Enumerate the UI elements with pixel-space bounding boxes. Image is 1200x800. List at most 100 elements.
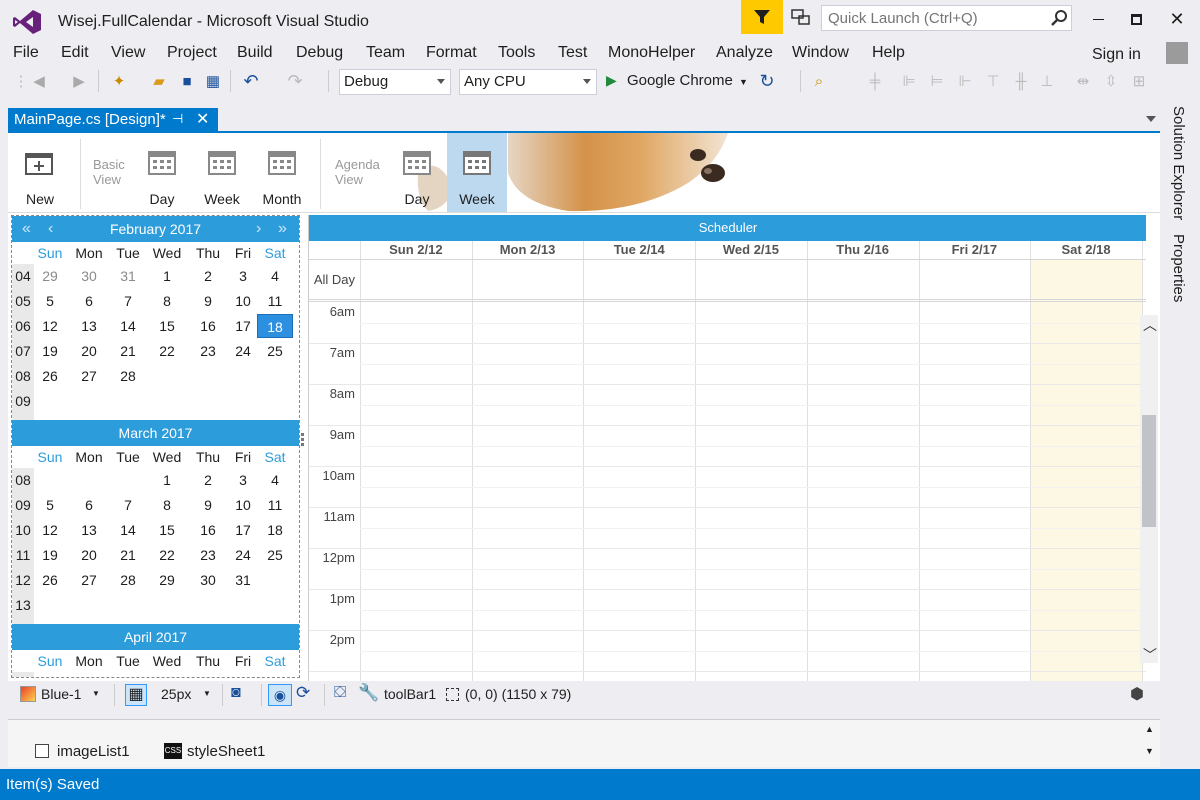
- calendar-day[interactable]: 31: [225, 568, 261, 592]
- scroll-down-icon[interactable]: ﹀: [1143, 645, 1157, 665]
- notification-filter-button[interactable]: [741, 0, 783, 34]
- basic-month-button[interactable]: Month: [252, 133, 312, 212]
- calendar-day[interactable]: 9: [190, 289, 226, 313]
- grid-size-select[interactable]: 25px: [161, 686, 191, 702]
- menu-view[interactable]: View: [111, 44, 145, 62]
- calendar-day[interactable]: 21: [110, 339, 146, 363]
- month-calendar-panel[interactable]: February 2017 « ‹ › » Sun Mon Tue Wed Thu Fri Sat 04…: [11, 215, 300, 678]
- calendar-day[interactable]: 15: [149, 314, 185, 338]
- calendar-day[interactable]: 28: [110, 568, 146, 592]
- calendar-day[interactable]: 26: [32, 364, 68, 388]
- calendar-day[interactable]: 12: [32, 518, 68, 542]
- menu-test[interactable]: Test: [558, 44, 587, 62]
- theme-swatch-icon[interactable]: [20, 686, 36, 702]
- menu-help[interactable]: Help: [872, 44, 905, 62]
- quick-launch-input[interactable]: [821, 5, 1072, 31]
- align-icon[interactable]: ╪: [864, 70, 886, 92]
- make-same-height-icon[interactable]: ⇳: [1100, 70, 1122, 92]
- agenda-week-button[interactable]: Week: [447, 133, 507, 212]
- align-bottoms-icon[interactable]: ⊥: [1036, 70, 1058, 92]
- calendar-day[interactable]: 15: [149, 518, 185, 542]
- camera-icon[interactable]: ◙: [231, 684, 241, 702]
- day-column-header[interactable]: Sat 2/18: [1030, 241, 1142, 259]
- day-column-header[interactable]: Sun 2/12: [360, 241, 472, 259]
- tab-solution-explorer[interactable]: Solution Explorer: [1170, 106, 1187, 220]
- settings-icon[interactable]: ⬢: [1130, 684, 1144, 704]
- solution-platform-select[interactable]: Any CPU: [459, 69, 597, 95]
- calendar-day[interactable]: 25: [257, 339, 293, 363]
- new-event-button[interactable]: New: [10, 133, 70, 212]
- menu-build[interactable]: Build: [237, 44, 273, 62]
- undo-icon[interactable]: ↶: [240, 70, 262, 92]
- component-stylesheet1[interactable]: styleSheet1: [187, 743, 265, 760]
- calendar-day[interactable]: 10: [225, 493, 261, 517]
- avatar[interactable]: [1166, 42, 1188, 64]
- tab-dropdown-icon[interactable]: [1146, 116, 1156, 122]
- calendar-day[interactable]: 30: [190, 568, 226, 592]
- align-lefts-icon[interactable]: ⊫: [898, 70, 920, 92]
- calendar-day[interactable]: 12: [32, 314, 68, 338]
- menu-monohelper[interactable]: MonoHelper: [608, 44, 695, 62]
- new-project-icon[interactable]: ✦: [108, 70, 130, 92]
- calendar-day[interactable]: 27: [71, 364, 107, 388]
- calendar-day[interactable]: 28: [110, 364, 146, 388]
- calendar-day[interactable]: 18: [257, 314, 293, 338]
- scroll-up-icon[interactable]: ︿: [1143, 315, 1157, 335]
- scroll-up-icon[interactable]: ▲: [1145, 724, 1154, 734]
- align-centers-icon[interactable]: ⊨: [926, 70, 948, 92]
- menu-analyze[interactable]: Analyze: [716, 44, 773, 62]
- calendar-day[interactable]: 13: [71, 518, 107, 542]
- component-imagelist1[interactable]: imageList1: [57, 743, 130, 760]
- calendar-day[interactable]: 31: [110, 264, 146, 288]
- calendar-day[interactable]: 27: [71, 568, 107, 592]
- calendar-day[interactable]: 25: [257, 543, 293, 567]
- splitter-grip-icon[interactable]: [301, 433, 305, 451]
- refresh-icon[interactable]: ⟳: [296, 683, 310, 703]
- calendar-day[interactable]: 19: [32, 339, 68, 363]
- chevron-down-icon[interactable]: ▼: [203, 689, 211, 698]
- calendar-day[interactable]: 29: [149, 568, 185, 592]
- design-surface[interactable]: New Basic View Day Week Month Agenda Vie…: [8, 133, 1160, 681]
- align-middles-icon[interactable]: ╫: [1010, 70, 1032, 92]
- calendar-day[interactable]: 7: [110, 289, 146, 313]
- calendar-day[interactable]: 20: [71, 339, 107, 363]
- menu-format[interactable]: Format: [426, 44, 477, 62]
- calendar-day[interactable]: 24: [225, 339, 261, 363]
- size-to-grid-icon[interactable]: ⊞: [1128, 70, 1150, 92]
- calendar-day[interactable]: 23: [190, 339, 226, 363]
- solution-configuration-select[interactable]: Debug: [339, 69, 451, 95]
- basic-day-button[interactable]: Day: [132, 133, 192, 212]
- align-tops-icon[interactable]: ⊤: [982, 70, 1004, 92]
- calendar-day[interactable]: 5: [32, 289, 68, 313]
- scheduler-scrollbar[interactable]: ︿ ﹀: [1140, 315, 1158, 663]
- calendar-day[interactable]: 1: [149, 468, 185, 492]
- close-button[interactable]: ✕: [1155, 4, 1199, 34]
- calendar-day[interactable]: 30: [71, 264, 107, 288]
- calendar-day[interactable]: 14: [110, 518, 146, 542]
- calendar-day[interactable]: 16: [190, 518, 226, 542]
- calendar-day[interactable]: 23: [190, 543, 226, 567]
- redo-icon[interactable]: ↷: [284, 70, 306, 92]
- calendar-day[interactable]: 11: [257, 493, 293, 517]
- menu-tools[interactable]: Tools: [498, 44, 535, 62]
- scroll-down-icon[interactable]: ▼: [1145, 746, 1154, 756]
- tab-mainpage-design[interactable]: MainPage.cs [Design]* ⊣ ✕: [8, 108, 218, 132]
- calendar-day[interactable]: 10: [225, 289, 261, 313]
- maximize-button[interactable]: [1114, 4, 1158, 34]
- feedback-button[interactable]: [788, 6, 814, 30]
- day-column-header[interactable]: Mon 2/13: [472, 241, 584, 259]
- calendar-day[interactable]: 2: [190, 468, 226, 492]
- calendar-day[interactable]: 9: [190, 493, 226, 517]
- calendar-day[interactable]: 21: [110, 543, 146, 567]
- refresh-icon[interactable]: ↻: [756, 70, 778, 92]
- tab-properties[interactable]: Properties: [1170, 234, 1187, 302]
- calendar-day[interactable]: 3: [225, 468, 261, 492]
- calendar-day[interactable]: 18: [257, 518, 293, 542]
- make-same-width-icon[interactable]: ⇹: [1072, 70, 1094, 92]
- calendar-day[interactable]: 4: [257, 468, 293, 492]
- chevron-right-icon[interactable]: ›: [256, 216, 261, 242]
- calendar-day[interactable]: 22: [149, 339, 185, 363]
- calendar-day[interactable]: 20: [71, 543, 107, 567]
- calendar-day[interactable]: 2: [190, 264, 226, 288]
- chevron-left-icon[interactable]: ‹: [48, 216, 53, 242]
